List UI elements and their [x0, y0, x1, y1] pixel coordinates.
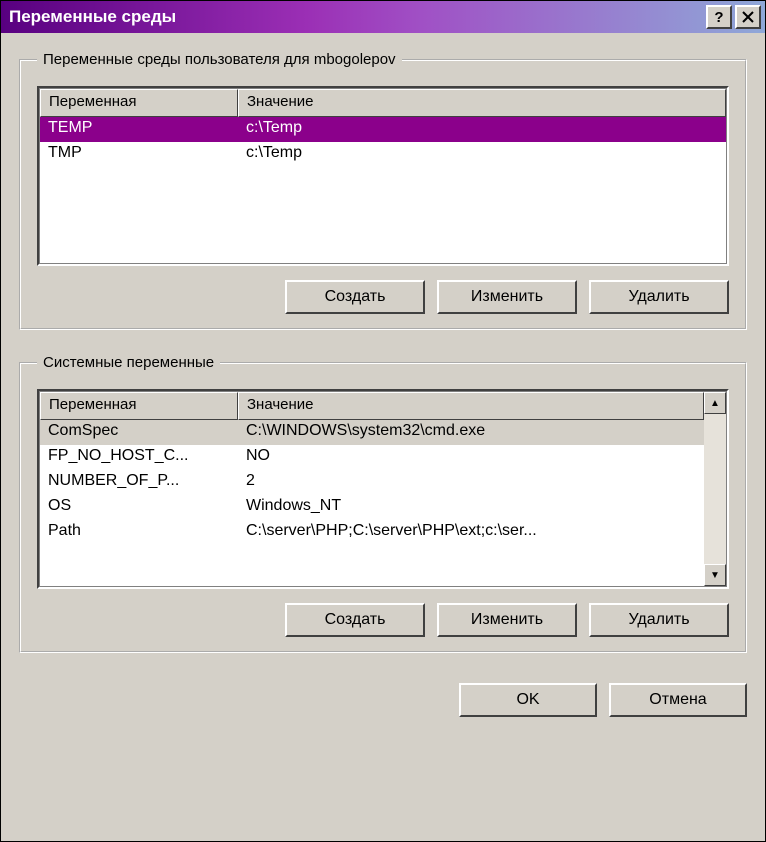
help-button[interactable]: ?: [706, 5, 732, 29]
cell-variable: Path: [40, 520, 238, 545]
column-header-value[interactable]: Значение: [238, 392, 704, 420]
cell-variable: ComSpec: [40, 420, 238, 445]
column-header-variable[interactable]: Переменная: [40, 392, 238, 420]
system-vars-group: Системные переменные Переменная Значение…: [19, 354, 747, 653]
system-delete-button[interactable]: Удалить: [589, 603, 729, 637]
scroll-down-icon[interactable]: ▼: [704, 564, 726, 586]
table-row[interactable]: TMPc:\Temp: [40, 142, 726, 167]
window-title: Переменные среды: [9, 7, 706, 27]
scroll-up-icon[interactable]: ▲: [704, 392, 726, 414]
cell-value: c:\Temp: [238, 142, 726, 167]
table-row[interactable]: NUMBER_OF_P...2: [40, 470, 704, 495]
cell-value: C:\WINDOWS\system32\cmd.exe: [238, 420, 704, 445]
cell-value: Windows_NT: [238, 495, 704, 520]
cell-value: c:\Temp: [238, 117, 726, 142]
cell-value: 2: [238, 470, 704, 495]
user-delete-button[interactable]: Удалить: [589, 280, 729, 314]
cell-variable: TMP: [40, 142, 238, 167]
titlebar[interactable]: Переменные среды ?: [1, 1, 765, 33]
cancel-button[interactable]: Отмена: [609, 683, 747, 717]
ok-button[interactable]: OK: [459, 683, 597, 717]
table-row[interactable]: PathC:\server\PHP;C:\server\PHP\ext;c:\s…: [40, 520, 704, 545]
cell-variable: NUMBER_OF_P...: [40, 470, 238, 495]
user-vars-group: Переменные среды пользователя для mbogol…: [19, 51, 747, 330]
cell-variable: FP_NO_HOST_C...: [40, 445, 238, 470]
cell-value: C:\server\PHP;C:\server\PHP\ext;c:\ser..…: [238, 520, 704, 545]
system-vars-legend: Системные переменные: [37, 354, 220, 371]
user-vars-list[interactable]: Переменная Значение TEMPc:\TempTMPc:\Tem…: [37, 86, 729, 266]
table-row[interactable]: TEMPc:\Temp: [40, 117, 726, 142]
scrollbar[interactable]: ▲ ▼: [704, 392, 726, 586]
user-vars-legend: Переменные среды пользователя для mbogol…: [37, 51, 402, 68]
system-edit-button[interactable]: Изменить: [437, 603, 577, 637]
env-vars-dialog: Переменные среды ? Переменные среды поль…: [0, 0, 766, 842]
scroll-track[interactable]: [704, 414, 726, 564]
cell-variable: TEMP: [40, 117, 238, 142]
column-header-value[interactable]: Значение: [238, 89, 726, 117]
table-row[interactable]: OSWindows_NT: [40, 495, 704, 520]
table-row[interactable]: ComSpecC:\WINDOWS\system32\cmd.exe: [40, 420, 704, 445]
user-create-button[interactable]: Создать: [285, 280, 425, 314]
table-row[interactable]: FP_NO_HOST_C...NO: [40, 445, 704, 470]
column-header-variable[interactable]: Переменная: [40, 89, 238, 117]
system-create-button[interactable]: Создать: [285, 603, 425, 637]
system-vars-list[interactable]: Переменная Значение ComSpecC:\WINDOWS\sy…: [37, 389, 729, 589]
close-button[interactable]: [735, 5, 761, 29]
user-edit-button[interactable]: Изменить: [437, 280, 577, 314]
cell-value: NO: [238, 445, 704, 470]
cell-variable: OS: [40, 495, 238, 520]
